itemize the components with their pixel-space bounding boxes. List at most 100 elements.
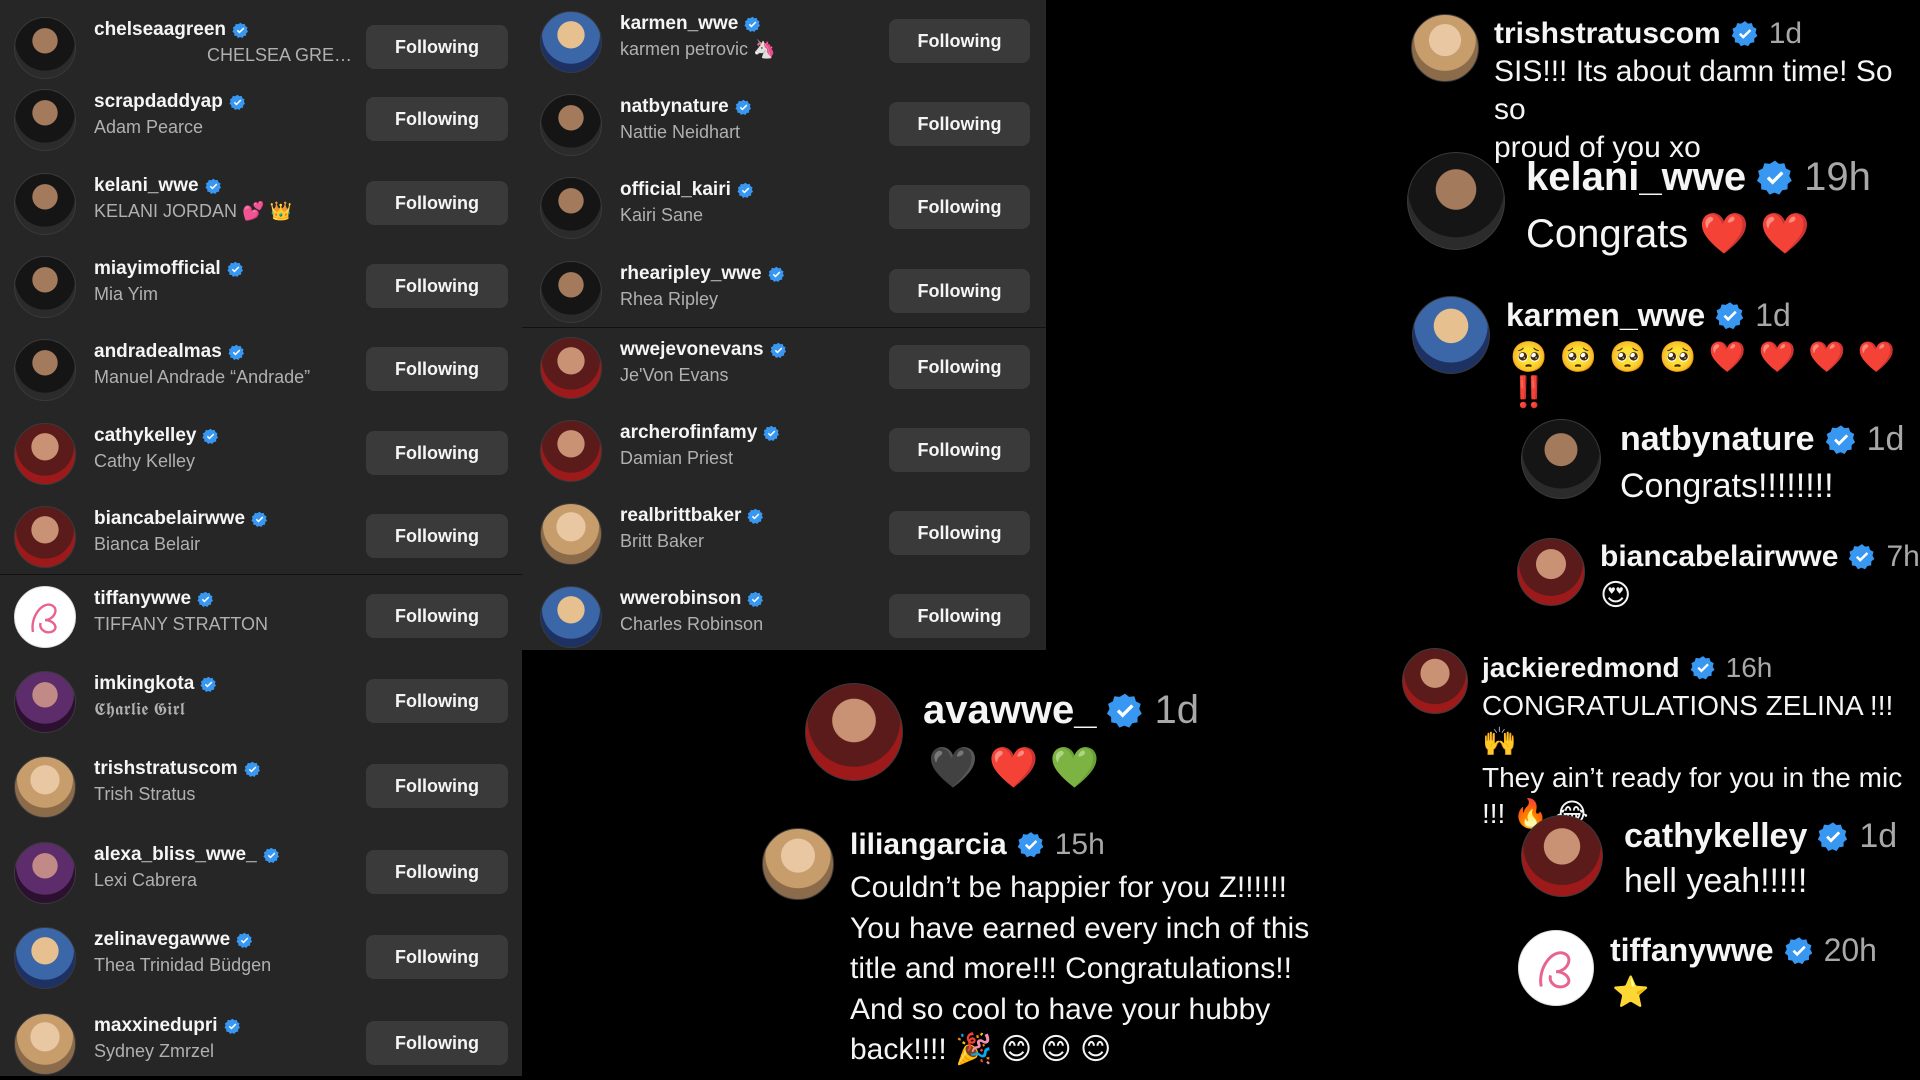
following-button[interactable]: Following: [889, 594, 1030, 638]
avatar[interactable]: [540, 586, 602, 648]
following-row: cathykelley Cathy Kelley Following: [0, 418, 522, 488]
username-row: alexa_bliss_wwe_: [94, 844, 280, 866]
following-button[interactable]: Following: [366, 764, 508, 808]
avatar[interactable]: [1411, 14, 1479, 82]
username[interactable]: rhearipley_wwe: [620, 263, 762, 285]
avatar[interactable]: [14, 927, 76, 989]
avatar[interactable]: [14, 756, 76, 818]
username[interactable]: alexa_bliss_wwe_: [94, 844, 257, 866]
following-button[interactable]: Following: [366, 594, 508, 638]
comment-text: Congrats ❤️ ❤️: [1526, 212, 1811, 256]
following-button[interactable]: Following: [889, 185, 1030, 229]
avatar[interactable]: [540, 420, 602, 482]
comment-username[interactable]: trishstratuscom: [1494, 17, 1721, 51]
following-row: wwejevonevans Je'Von Evans Following: [522, 332, 1046, 402]
avatar[interactable]: [1517, 538, 1585, 606]
avatar[interactable]: [540, 177, 602, 239]
comment-username[interactable]: tiffanywwe: [1610, 932, 1774, 969]
avatar[interactable]: [14, 17, 76, 79]
avatar[interactable]: [1412, 296, 1490, 374]
username-row: kelani_wwe: [94, 175, 222, 197]
avatar[interactable]: [540, 94, 602, 156]
avatar[interactable]: [1402, 648, 1468, 714]
verified-badge-icon: [747, 591, 764, 608]
avatar[interactable]: [14, 423, 76, 485]
avatar[interactable]: [14, 339, 76, 401]
comment-username[interactable]: karmen_wwe: [1506, 297, 1705, 334]
avatar[interactable]: [14, 842, 76, 904]
following-button[interactable]: Following: [889, 102, 1030, 146]
username[interactable]: maxxinedupri: [94, 1015, 218, 1037]
full-name: CHELSEA GRE…: [207, 45, 353, 65]
username[interactable]: karmen_wwe: [620, 13, 738, 35]
comment-username[interactable]: liliangarcia: [850, 828, 1007, 862]
comment-username[interactable]: cathykelley: [1624, 817, 1807, 856]
username[interactable]: biancabelairwwe: [94, 508, 245, 530]
username[interactable]: tiffanywwe: [94, 588, 191, 610]
avatar[interactable]: [14, 173, 76, 235]
following-button[interactable]: Following: [366, 1021, 508, 1065]
following-button[interactable]: Following: [366, 347, 508, 391]
avatar[interactable]: [540, 11, 602, 73]
username[interactable]: miayimofficial: [94, 258, 221, 280]
full-name: Britt Baker: [620, 531, 705, 551]
avatar[interactable]: [14, 586, 76, 648]
comment-line: CONGRATULATIONS ZELINA !!! 🙌: [1482, 690, 1894, 757]
following-button[interactable]: Following: [366, 181, 508, 225]
following-button[interactable]: Following: [889, 269, 1030, 313]
username[interactable]: trishstratuscom: [94, 758, 238, 780]
username[interactable]: archerofinfamy: [620, 422, 757, 444]
following-button[interactable]: Following: [366, 431, 508, 475]
comment-username[interactable]: avawwe_: [923, 688, 1096, 733]
comment-username[interactable]: kelani_wwe: [1526, 155, 1746, 200]
following-button[interactable]: Following: [366, 97, 508, 141]
username[interactable]: andradealmas: [94, 341, 222, 363]
following-button[interactable]: Following: [889, 345, 1030, 389]
avatar[interactable]: [14, 89, 76, 151]
following-button[interactable]: Following: [366, 935, 508, 979]
comment-username[interactable]: biancabelairwwe: [1600, 540, 1838, 574]
avatar[interactable]: [540, 261, 602, 323]
username[interactable]: cathykelley: [94, 425, 196, 447]
comment-line: They ain’t ready for you in the mic: [1482, 762, 1903, 793]
avatar[interactable]: [762, 828, 834, 900]
username[interactable]: official_kairi: [620, 179, 731, 201]
verified-badge-icon: [735, 99, 752, 116]
following-button[interactable]: Following: [366, 264, 508, 308]
avatar[interactable]: [1521, 419, 1601, 499]
verified-badge-icon: [1017, 831, 1045, 859]
comment-username-row: avawwe_ 1d: [923, 688, 1199, 733]
avatar[interactable]: [805, 683, 903, 781]
avatar[interactable]: [1521, 815, 1603, 897]
avatar[interactable]: [14, 506, 76, 568]
following-button[interactable]: Following: [889, 19, 1030, 63]
username[interactable]: natbynature: [620, 96, 729, 118]
username[interactable]: chelseaagreen: [94, 19, 226, 41]
username[interactable]: kelani_wwe: [94, 175, 199, 197]
following-button[interactable]: Following: [889, 511, 1030, 555]
following-button[interactable]: Following: [366, 679, 508, 723]
avatar[interactable]: [14, 671, 76, 733]
username[interactable]: wwerobinson: [620, 588, 741, 610]
username[interactable]: realbrittbaker: [620, 505, 741, 527]
username[interactable]: zelinavegawwe: [94, 929, 230, 951]
verified-badge-icon: [1784, 936, 1814, 966]
avatar[interactable]: [540, 337, 602, 399]
verified-badge-icon: [763, 425, 780, 442]
following-button[interactable]: Following: [366, 25, 508, 69]
avatar[interactable]: [14, 1013, 76, 1075]
comment-text: 😍: [1600, 579, 1632, 612]
avatar[interactable]: [540, 503, 602, 565]
username[interactable]: wwejevonevans: [620, 339, 764, 361]
following-button[interactable]: Following: [889, 428, 1030, 472]
username[interactable]: scrapdaddyap: [94, 91, 223, 113]
avatar[interactable]: [1407, 152, 1505, 250]
following-button[interactable]: Following: [366, 514, 508, 558]
following-button[interactable]: Following: [366, 850, 508, 894]
username[interactable]: imkingkota: [94, 673, 194, 695]
verified-badge-icon: [251, 511, 268, 528]
comment-username[interactable]: natbynature: [1620, 420, 1815, 459]
comment-username[interactable]: jackieredmond: [1482, 652, 1680, 684]
avatar[interactable]: [1518, 930, 1594, 1006]
avatar[interactable]: [14, 256, 76, 318]
